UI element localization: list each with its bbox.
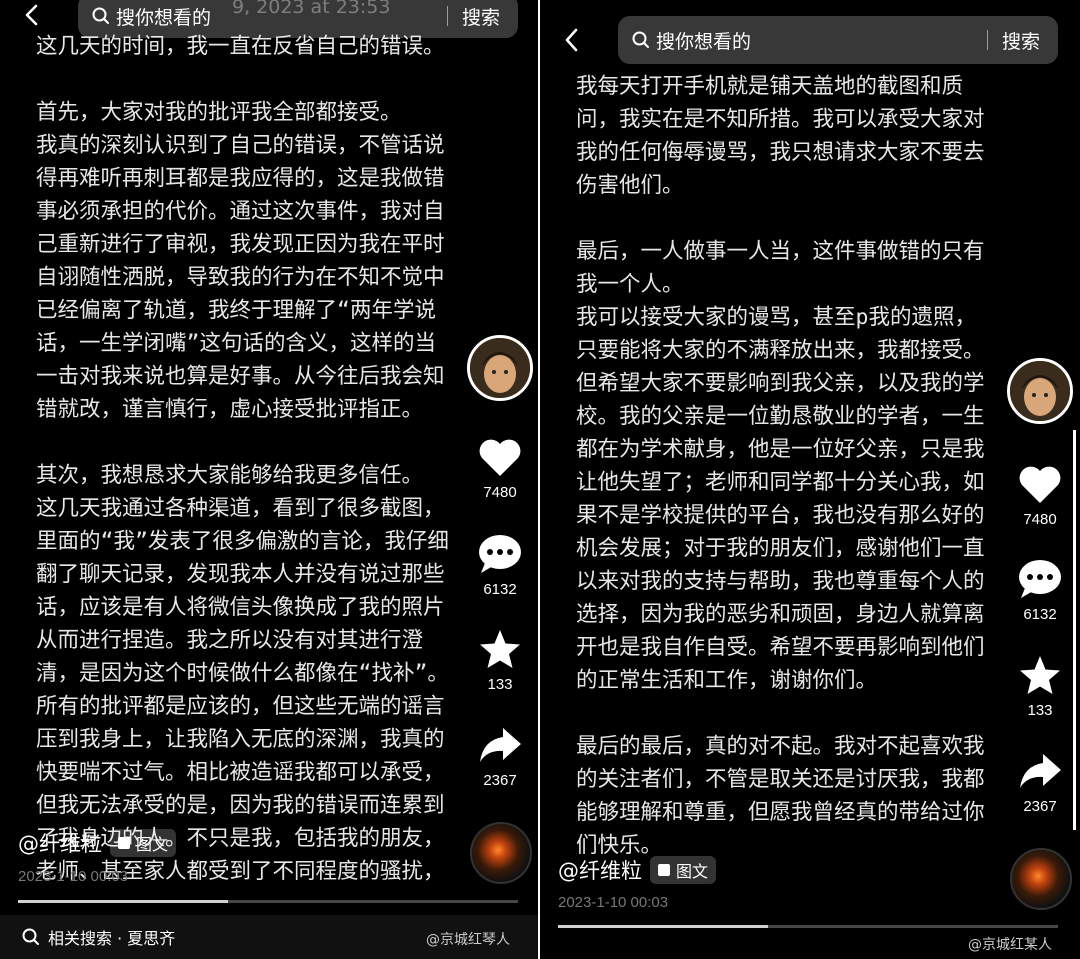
scroll-indicator bbox=[1073, 430, 1076, 830]
heart-icon bbox=[479, 439, 521, 476]
search-bar[interactable]: 搜你想看的 搜索 bbox=[618, 16, 1058, 64]
post-type-tag: 图文 bbox=[650, 856, 717, 884]
search-divider bbox=[446, 6, 448, 26]
post-date: 2023-1-10 00:03 bbox=[18, 868, 129, 885]
author-avatar[interactable] bbox=[467, 335, 533, 401]
comment-icon bbox=[1019, 560, 1061, 598]
related-search-bar[interactable]: 相关搜索 · 夏思齐 @京城红琴人 bbox=[0, 915, 540, 959]
progress-bar[interactable] bbox=[18, 900, 518, 903]
right-screenshot: 搜你想看的 搜索 我每天打开手机就是铺天盖地的截图和质 问，我实在是不知所措。我… bbox=[540, 0, 1080, 959]
search-divider bbox=[986, 30, 988, 50]
related-search-label: 相关搜索 · 夏思齐 bbox=[48, 929, 176, 948]
comment-count: 6132 bbox=[1023, 606, 1057, 623]
heart-icon bbox=[1019, 466, 1061, 503]
author-row: @纤维粒 图文 bbox=[18, 828, 177, 858]
watermark: @京城红琴人 bbox=[426, 932, 510, 948]
related-search[interactable]: 相关搜索 · 夏思齐 bbox=[22, 925, 175, 949]
comment-count: 6132 bbox=[483, 581, 517, 598]
watermark: @京城红某人 bbox=[968, 937, 1052, 953]
search-icon bbox=[92, 7, 109, 24]
favorite-count: 133 bbox=[1027, 702, 1053, 719]
search-placeholder: 搜你想看的 bbox=[116, 6, 212, 29]
progress-bar[interactable] bbox=[558, 925, 1058, 928]
back-icon[interactable] bbox=[562, 28, 582, 52]
author-name[interactable]: @纤维粒 bbox=[18, 828, 102, 858]
share-count: 2367 bbox=[483, 772, 517, 789]
image-text-icon bbox=[118, 837, 130, 849]
star-icon bbox=[1020, 656, 1060, 694]
post-body-text: 我每天打开手机就是铺天盖地的截图和质 问，我实在是不知所措。我可以承受大家对 我… bbox=[576, 74, 985, 858]
star-icon bbox=[480, 630, 520, 668]
post-type-label: 图文 bbox=[676, 862, 709, 881]
share-button[interactable]: 2367 bbox=[465, 724, 535, 789]
image-text-icon bbox=[658, 864, 670, 876]
post-type-label: 图文 bbox=[136, 835, 169, 854]
comment-button[interactable]: 6132 bbox=[1005, 558, 1075, 623]
search-placeholder: 搜你想看的 bbox=[656, 30, 752, 53]
post-type-tag: 图文 bbox=[110, 829, 177, 857]
favorite-button[interactable]: 133 bbox=[465, 628, 535, 693]
music-disc-icon[interactable] bbox=[1010, 848, 1072, 910]
music-disc-icon[interactable] bbox=[470, 822, 532, 884]
search-button[interactable]: 搜索 bbox=[1002, 27, 1040, 54]
search-icon bbox=[22, 928, 39, 945]
share-icon bbox=[480, 728, 521, 762]
progress-fill bbox=[558, 925, 768, 928]
comment-icon bbox=[479, 535, 521, 573]
author-row: @纤维粒 图文 bbox=[558, 855, 717, 885]
post-body-text: 这几天的时间，我一直在反省自己的错误。 首先，大家对我的批评我全部都接受。 我真… bbox=[36, 34, 449, 884]
like-count: 7480 bbox=[1023, 511, 1057, 528]
author-avatar[interactable] bbox=[1007, 358, 1073, 424]
favorite-count: 133 bbox=[487, 676, 513, 693]
like-button[interactable]: 7480 bbox=[1005, 463, 1075, 528]
author-name[interactable]: @纤维粒 bbox=[558, 855, 642, 885]
share-button[interactable]: 2367 bbox=[1005, 750, 1075, 815]
like-button[interactable]: 7480 bbox=[465, 436, 535, 501]
share-icon bbox=[1020, 754, 1061, 788]
favorite-button[interactable]: 133 bbox=[1005, 654, 1075, 719]
progress-fill bbox=[18, 900, 228, 903]
comment-button[interactable]: 6132 bbox=[465, 533, 535, 598]
search-bar[interactable]: 搜你想看的 搜索 bbox=[78, 0, 518, 38]
post-date: 2023-1-10 00:03 bbox=[558, 894, 669, 911]
like-count: 7480 bbox=[483, 484, 517, 501]
search-icon bbox=[632, 31, 649, 48]
back-icon[interactable] bbox=[22, 4, 42, 26]
share-count: 2367 bbox=[1023, 798, 1057, 815]
search-button[interactable]: 搜索 bbox=[462, 3, 500, 30]
left-screenshot: 这几天的时间，我一直在反省自己的错误。 首先，大家对我的批评我全部都接受。 我真… bbox=[0, 0, 540, 959]
